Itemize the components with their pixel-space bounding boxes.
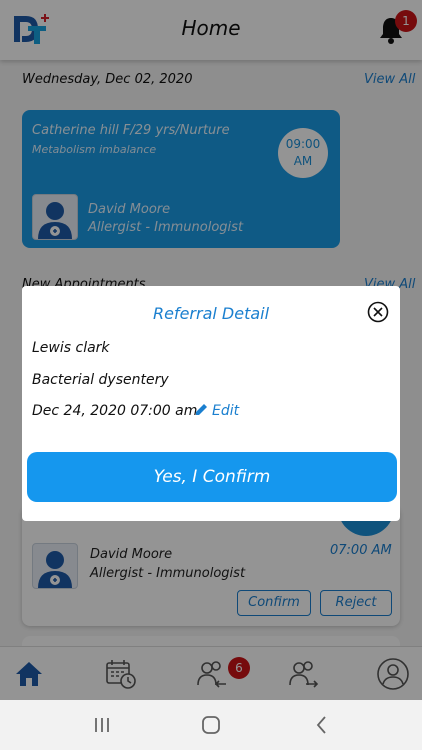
confirm-referral-button[interactable]: Yes, I Confirm: [27, 452, 397, 502]
referral-datetime: Dec 24, 2020 07:00 am: [32, 403, 198, 419]
edit-link[interactable]: Edit: [194, 402, 239, 422]
dialog-title: Referral Detail: [152, 304, 270, 323]
referral-detail-dialog: Referral Detail Lewis clark Bacterial dy…: [22, 286, 400, 521]
edit-label: Edit: [212, 403, 240, 419]
referral-condition: Bacterial dysentery: [32, 372, 169, 388]
close-icon[interactable]: [366, 300, 390, 324]
recent-apps-icon[interactable]: [90, 714, 114, 736]
referral-patient: Lewis clark: [32, 340, 110, 356]
pencil-icon: [196, 404, 207, 415]
system-nav-bar: [0, 700, 422, 750]
back-icon[interactable]: [310, 714, 334, 736]
home-system-icon[interactable]: [199, 714, 223, 736]
